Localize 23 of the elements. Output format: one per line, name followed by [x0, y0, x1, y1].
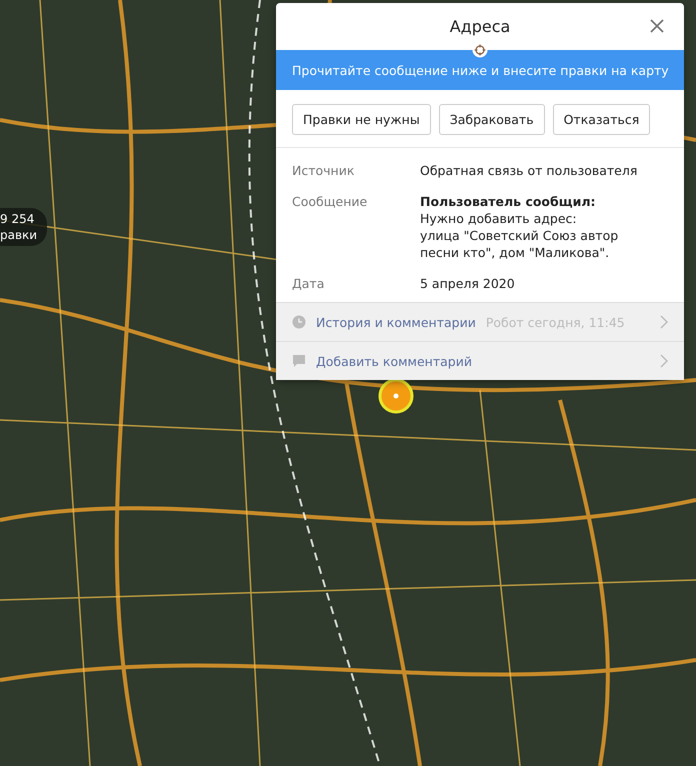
- crosshair-icon[interactable]: [472, 42, 488, 58]
- chevron-right-icon: [660, 315, 668, 329]
- edit-count: 9 254: [0, 211, 36, 227]
- panel-link-row[interactable]: Добавить комментарий: [276, 341, 684, 380]
- field-value: Обратная связь от пользователя: [420, 162, 638, 179]
- link-label: Добавить комментарий: [316, 354, 472, 368]
- action-button[interactable]: Отказаться: [552, 104, 650, 135]
- field-label: Сообщение: [292, 193, 368, 211]
- clock-icon: [292, 315, 306, 329]
- speech-bubble-icon: [292, 354, 306, 368]
- close-icon[interactable]: [649, 18, 665, 34]
- field-value: 5 апреля 2020: [420, 275, 516, 292]
- edit-count-badge[interactable]: 9 254 равки: [0, 208, 48, 246]
- field-value: Пользователь сообщил: Нужно добавить адрес: улица "Советский Союз автор песни кто", дом "Маликова".: [420, 193, 620, 261]
- field-label: Дата: [292, 275, 326, 292]
- panel-title: Адреса: [450, 17, 510, 36]
- action-button[interactable]: Правки не нужны: [292, 104, 431, 135]
- field-label: Источник: [292, 162, 356, 179]
- link-label: История и комментарии: [316, 314, 476, 330]
- chevron-right-icon: [660, 354, 668, 368]
- action-button[interactable]: Забраковать: [438, 104, 545, 135]
- banner-text: Прочитайте сообщение ниже и внесите правки на карту: [292, 62, 669, 78]
- edit-count-label: равки: [0, 227, 38, 243]
